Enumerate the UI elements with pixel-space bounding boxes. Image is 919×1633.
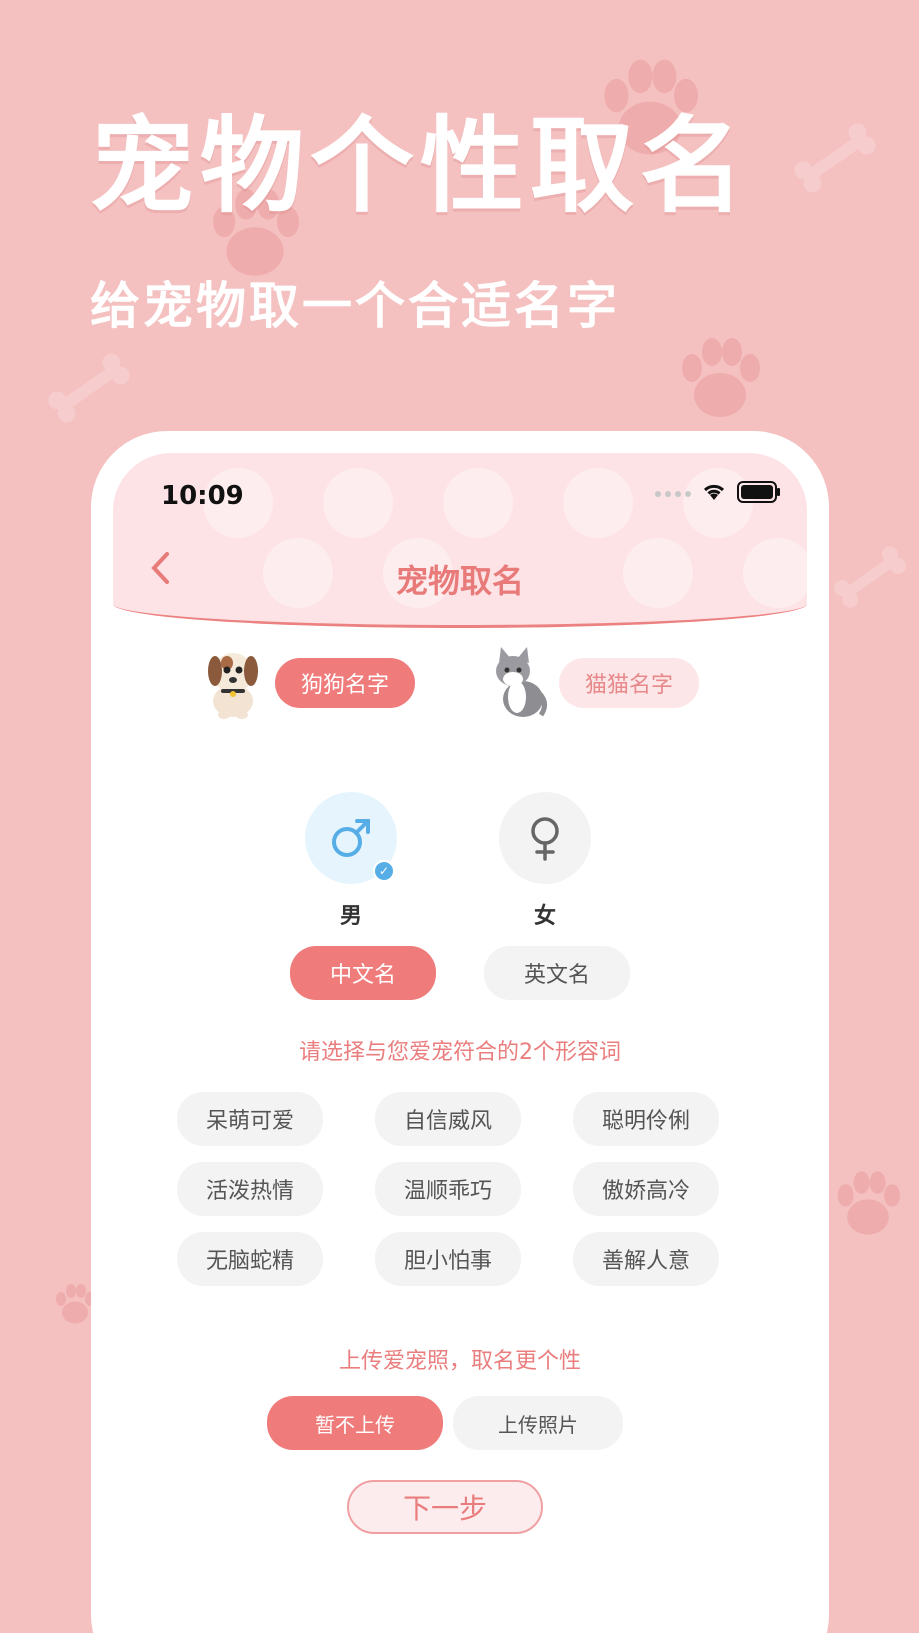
adjective-chip[interactable]: 傲娇高冷: [573, 1162, 719, 1216]
male-icon: [332, 819, 370, 857]
battery-icon: [737, 481, 781, 507]
cat-names-button[interactable]: 猫猫名字: [559, 658, 699, 708]
adjective-chip[interactable]: 呆萌可爱: [177, 1092, 323, 1146]
promo-title: 宠物个性取名: [90, 105, 751, 227]
app-screen: 10:09 宠物取名 狗狗名字 猫猫名字 ✓ 男 女 中文名 英文名 请选择与您…: [113, 453, 807, 1633]
signal-icon: [655, 491, 691, 497]
upload-photo-button[interactable]: 上传照片: [453, 1396, 623, 1450]
status-icons: [655, 481, 781, 507]
adjective-chip[interactable]: 活泼热情: [177, 1162, 323, 1216]
upload-hint: 上传爱宠照，取名更个性: [338, 1349, 581, 1374]
paw-print-decoration: [828, 1150, 908, 1260]
bone-decoration: [827, 540, 912, 614]
gender-female-option[interactable]: 女: [499, 792, 591, 930]
bone-decoration: [42, 347, 136, 428]
bone-decoration: [788, 117, 882, 198]
paw-print-decoration: [670, 330, 770, 430]
page-title: 宠物取名: [395, 562, 524, 600]
promo-subtitle: 给宠物取一个合适名字: [90, 277, 620, 335]
cat-option[interactable]: 猫猫名字: [489, 643, 699, 723]
gender-female-label: 女: [533, 904, 556, 929]
adjective-chip[interactable]: 温顺乖巧: [375, 1162, 521, 1216]
check-icon: ✓: [373, 860, 395, 882]
gender-male-option[interactable]: ✓ 男: [305, 792, 397, 930]
dog-option[interactable]: 狗狗名字: [201, 643, 415, 723]
cat-icon: [489, 643, 549, 723]
pet-type-selector: 狗狗名字 猫猫名字: [113, 643, 807, 733]
dog-names-button[interactable]: 狗狗名字: [275, 658, 415, 708]
adjective-chip[interactable]: 胆小怕事: [375, 1232, 521, 1286]
status-time: 10:09: [161, 481, 244, 511]
adjective-hint: 请选择与您爱宠符合的2个形容词: [299, 1040, 621, 1065]
male-toggle[interactable]: ✓: [305, 792, 397, 884]
adjective-chip[interactable]: 自信威风: [375, 1092, 521, 1146]
next-step-button[interactable]: 下一步: [347, 1480, 543, 1534]
adjective-chip[interactable]: 聪明伶俐: [573, 1092, 719, 1146]
chinese-name-button[interactable]: 中文名: [290, 946, 436, 1000]
gender-male-label: 男: [339, 904, 362, 929]
adjective-chip[interactable]: 无脑蛇精: [177, 1232, 323, 1286]
female-toggle[interactable]: [499, 792, 591, 884]
wifi-icon: [701, 482, 727, 506]
english-name-button[interactable]: 英文名: [484, 946, 630, 1000]
skip-upload-button[interactable]: 暂不上传: [267, 1396, 443, 1450]
adjective-chip[interactable]: 善解人意: [573, 1232, 719, 1286]
female-icon: [531, 817, 559, 861]
dog-icon: [201, 643, 265, 723]
phone-frame: 10:09 宠物取名 狗狗名字 猫猫名字 ✓ 男 女 中文名 英文名 请选择与您…: [91, 431, 829, 1633]
